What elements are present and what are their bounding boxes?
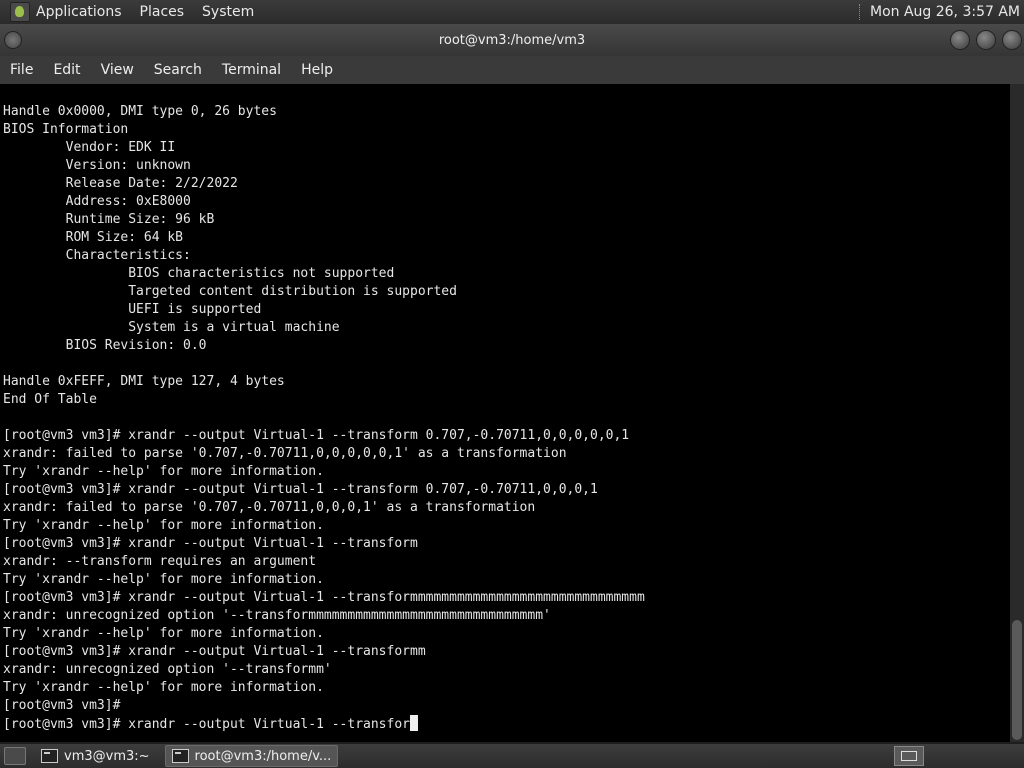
bottom-taskbar: vm3@vm3:~ root@vm3:/home/v... [0,744,1024,768]
terminal-line: xrandr: unrecognized option '--transform… [3,608,551,623]
close-button[interactable] [1002,30,1022,50]
terminal-line: System is a virtual machine [3,320,340,335]
terminal-line: UEFI is supported [3,302,262,317]
terminal-icon [41,749,58,763]
panel-separator [858,4,862,20]
terminal-scrollbar[interactable] [1010,84,1024,742]
terminal-icon [171,749,189,763]
menu-edit[interactable]: Edit [43,62,90,78]
terminal-line: Vendor: EDK II [3,140,176,155]
workspace-switcher-icon[interactable] [894,746,924,766]
menu-system[interactable]: System [202,4,254,20]
terminal-line: Release Date: 2/2/2022 [3,176,238,191]
terminal-line: [root@vm3 vm3]# xrandr --output Virtual-… [3,482,598,497]
terminal-line: BIOS Revision: 0.0 [3,338,207,353]
window-menu-icon[interactable] [4,31,22,49]
terminal-line: Try 'xrandr --help' for more information… [3,518,324,533]
terminal-text: Handle 0x0000, DMI type 0, 26 bytes BIOS… [0,84,1010,734]
window-title: root@vm3:/home/vm3 [438,32,586,48]
terminal-line: Targeted content distribution is support… [3,284,457,299]
text-cursor [410,715,418,731]
menu-view[interactable]: View [91,62,144,78]
terminal-line: Handle 0xFEFF, DMI type 127, 4 bytes [3,374,285,389]
terminal-output[interactable]: Handle 0x0000, DMI type 0, 26 bytes BIOS… [0,84,1010,742]
terminal-line: End Of Table [3,392,97,407]
terminal-line: xrandr: failed to parse '0.707,-0.70711,… [3,446,567,461]
terminal-line: [root@vm3 vm3]# [3,698,121,713]
menu-search[interactable]: Search [144,62,212,78]
window-titlebar[interactable]: root@vm3:/home/vm3 [0,24,1024,56]
terminal-line: Try 'xrandr --help' for more information… [3,464,324,479]
terminal-window: root@vm3:/home/vm3 File Edit View Search… [0,24,1024,744]
terminal-current-input[interactable]: [root@vm3 vm3]# xrandr --output Virtual-… [3,717,410,732]
taskbar-item-label: root@vm3:/home/v... [194,748,332,764]
show-desktop-icon[interactable] [4,747,26,765]
menu-file[interactable]: File [0,62,43,78]
menu-applications[interactable]: Applications [36,4,122,20]
terminal-line: Version: unknown [3,158,191,173]
applications-logo-icon[interactable] [10,2,30,22]
terminal-line: ROM Size: 64 kB [3,230,184,245]
menu-terminal[interactable]: Terminal [212,62,291,78]
scrollbar-thumb[interactable] [1012,620,1022,740]
terminal-line: [root@vm3 vm3]# xrandr --output Virtual-… [3,428,630,443]
maximize-button[interactable] [976,30,996,50]
terminal-line: BIOS characteristics not supported [3,266,395,281]
terminal-line: xrandr: failed to parse '0.707,-0.70711,… [3,500,536,515]
terminal-line: [root@vm3 vm3]# xrandr --output Virtual-… [3,644,426,659]
terminal-line: Handle 0x0000, DMI type 0, 26 bytes [3,104,277,119]
top-panel: Applications Places System Mon Aug 26, 3… [0,0,1024,24]
terminal-line: xrandr: --transform requires an argument [3,554,317,569]
taskbar-item-label: vm3@vm3:~ [64,748,150,764]
clock[interactable]: Mon Aug 26, 3:57 AM [870,4,1020,20]
terminal-line: Try 'xrandr --help' for more information… [3,626,324,641]
terminal-line: BIOS Information [3,122,129,137]
terminal-line: [root@vm3 vm3]# xrandr --output Virtual-… [3,590,645,605]
terminal-line: Characteristics: [3,248,191,263]
terminal-line: Try 'xrandr --help' for more information… [3,680,324,695]
minimize-button[interactable] [950,30,970,50]
menu-places[interactable]: Places [140,4,185,20]
terminal-line: [root@vm3 vm3]# xrandr --output Virtual-… [3,536,418,551]
terminal-line: Try 'xrandr --help' for more information… [3,572,324,587]
terminal-line: Address: 0xE8000 [3,194,191,209]
panel-right-area: Mon Aug 26, 3:57 AM [858,4,1024,20]
taskbar-item-vm3-terminal[interactable]: vm3@vm3:~ [34,745,157,767]
terminal-line: Runtime Size: 96 kB [3,212,215,227]
terminal-line: xrandr: unrecognized option '--transform… [3,662,332,677]
window-controls [950,30,1022,50]
terminal-menubar: File Edit View Search Terminal Help [0,56,1024,84]
menu-help[interactable]: Help [291,62,343,78]
taskbar-item-root-terminal[interactable]: root@vm3:/home/v... [164,745,339,767]
